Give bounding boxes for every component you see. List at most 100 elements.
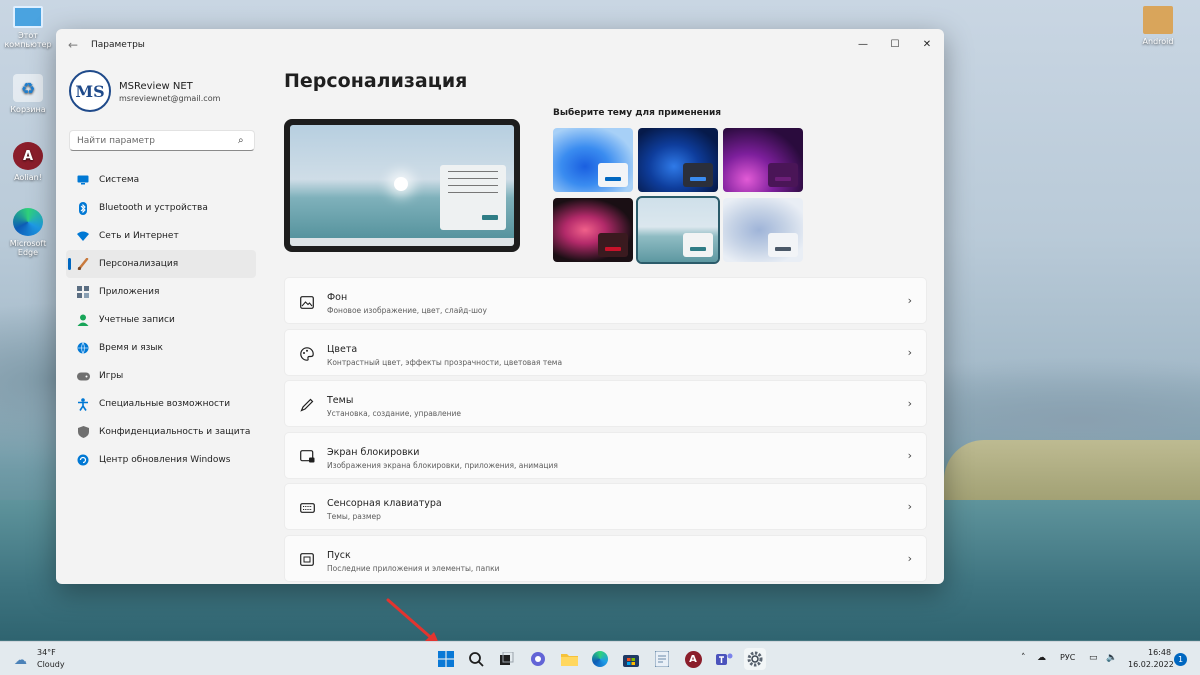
chat-icon [531,652,545,666]
card-themes[interactable]: Темы Установка, создание, управление › [284,380,927,428]
minimize-button[interactable]: — [848,33,878,55]
windows-logo-icon [438,651,454,667]
weather-temp[interactable]: 34°F [37,648,56,657]
edge-icon [592,651,608,667]
recycle-bin-icon: ♻ [13,74,43,102]
card-start[interactable]: Пуск Последние приложения и элементы, па… [284,534,927,582]
bluetooth-icon [76,201,90,215]
folder-icon [560,654,578,666]
theme-flow[interactable] [723,198,803,262]
sidebar-item-bluetooth[interactable]: Bluetooth и устройства [66,194,256,222]
task-view-button[interactable] [496,648,518,670]
start-menu-icon [299,552,315,568]
chevron-right-icon: › [907,294,912,307]
monitor-icon [13,6,43,28]
sidebar-item-time-language[interactable]: Время и язык [66,334,256,362]
desktop-icon-this-pc[interactable]: Этот компьютер [0,6,56,49]
settings-button[interactable] [744,648,766,670]
aolian-button[interactable]: A [682,648,704,670]
sidebar-item-privacy[interactable]: Конфиденциальность и защита [66,418,256,446]
edge-icon [13,208,43,236]
onedrive-cloud-icon[interactable]: ☁ [1037,653,1046,663]
search-input[interactable] [69,130,255,151]
palette-icon [299,346,315,362]
theme-sunrise[interactable] [636,196,720,264]
weather-desc[interactable]: Cloudy [37,660,65,669]
avatar[interactable]: MS [69,70,111,112]
search-button[interactable] [465,648,487,670]
card-colors[interactable]: Цвета Контрастный цвет, эффекты прозрачн… [284,328,927,376]
chevron-right-icon: › [907,500,912,514]
search-icon[interactable]: ⌕ [238,135,244,146]
gear-icon [747,651,763,667]
desktop-icon-recycle-bin[interactable]: ♻ Корзина [0,74,56,114]
close-button[interactable]: ✕ [912,33,942,55]
maximize-button[interactable]: ☐ [880,33,910,55]
clock-time[interactable]: 16:48 [1148,648,1171,657]
brush-icon [76,257,90,271]
title-bar[interactable]: ← Параметры — ☐ ✕ [56,29,944,61]
volume-icon[interactable]: 🔈 [1106,653,1117,663]
theme-captured-motion[interactable] [553,198,633,262]
desktop-icon-android[interactable]: Android [1130,6,1186,46]
chevron-right-icon: › [907,551,912,565]
card-background[interactable]: Фон Фоновое изображение, цвет, слайд-шоу… [284,277,927,324]
language-indicator[interactable]: РУС [1060,653,1075,662]
task-view-icon [500,652,514,665]
back-arrow-icon[interactable]: ← [68,38,78,52]
accessibility-icon [76,397,90,411]
globe-clock-icon [76,341,90,355]
app-title: Параметры [91,40,145,50]
theme-windows-dark[interactable] [638,128,718,192]
chevron-up-icon[interactable]: ˄ [1021,653,1026,663]
clock-date[interactable]: 16.02.2022 [1128,660,1174,669]
theme-windows-light[interactable] [553,128,633,192]
gamepad-icon [76,369,90,383]
desktop-icon-edge[interactable]: Microsoft Edge [0,208,56,257]
settings-window: ← Параметры — ☐ ✕ MS MSReview NET msrevi… [56,29,944,584]
chevron-right-icon: › [907,397,912,411]
chat-button[interactable] [527,648,549,670]
theme-glow[interactable] [723,128,803,192]
store-icon [623,654,639,667]
theme-preview [284,119,520,252]
keyboard-icon [299,500,315,516]
settings-cards: Фон Фоновое изображение, цвет, слайд-шоу… [284,277,927,584]
edge-button[interactable] [589,648,611,670]
notepad-icon [655,651,669,667]
shield-icon [76,425,90,439]
sidebar-item-apps[interactable]: Приложения [66,278,256,306]
sidebar-item-system[interactable]: Система [66,166,256,194]
start-button[interactable] [435,648,457,670]
theme-picker-label: Выберите тему для применения [553,108,722,118]
search-icon [469,652,484,667]
teams-button[interactable] [713,648,735,670]
sidebar-item-network[interactable]: Сеть и Интернет [66,222,256,250]
cloud-icon[interactable]: ☁ [14,653,27,668]
sidebar-item-accounts[interactable]: Учетные записи [66,306,256,334]
sidebar-item-gaming[interactable]: Игры [66,362,256,390]
sidebar-item-windows-update[interactable]: Центр обновления Windows [66,446,256,474]
update-icon [76,453,90,467]
package-box-icon [1143,6,1173,34]
apps-icon [76,285,90,299]
store-button[interactable] [620,648,642,670]
page-title: Персонализация [284,70,468,92]
file-explorer-button[interactable] [558,648,580,670]
card-touch-keyboard[interactable]: Сенсорная клавиатура Темы, размер › [284,483,927,531]
network-icon[interactable]: ▭ [1089,653,1098,663]
notification-badge[interactable]: 1 [1174,653,1187,666]
desktop-icon-aolian[interactable]: A Aolian! [0,142,56,182]
user-icon [76,313,90,327]
image-icon [299,294,315,310]
sidebar-nav: Система Bluetooth и устройства Сеть и Ин… [66,166,256,474]
profile-email: msreviewnet@gmail.com [119,94,221,103]
sidebar-item-accessibility[interactable]: Специальные возможности [66,390,256,418]
notepad-button[interactable] [651,648,673,670]
pen-icon [299,397,315,413]
card-lock-screen[interactable]: Экран блокировки Изображения экрана блок… [284,431,927,479]
theme-grid [553,128,803,264]
system-icon [76,173,90,187]
taskbar: ☁ 34°F Cloudy A ˄ ☁ РУС ▭ 🔈 16:48 16.02.… [0,641,1200,675]
sidebar-item-personalization[interactable]: Персонализация [66,250,256,278]
